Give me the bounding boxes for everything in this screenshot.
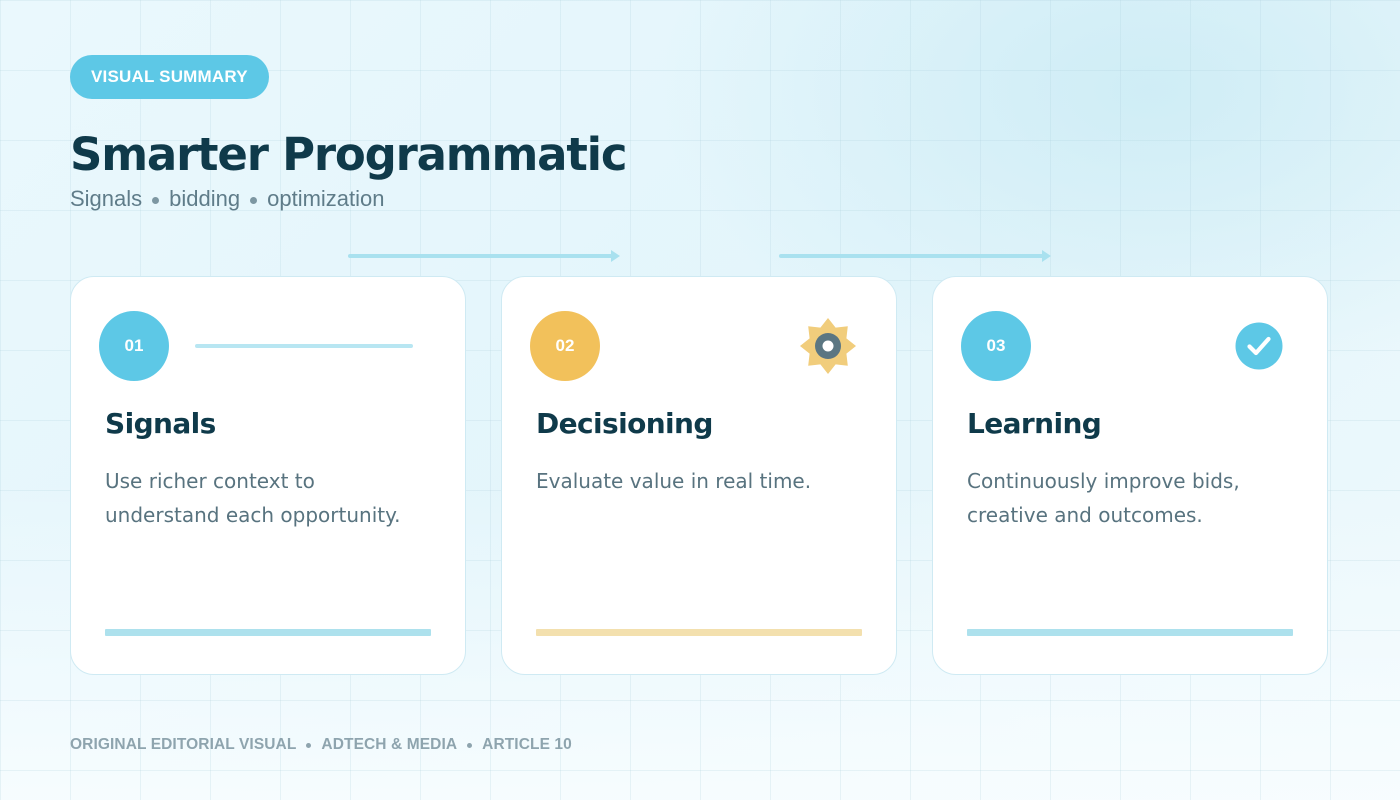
card-description: Evaluate value in real time. bbox=[536, 469, 812, 493]
page-title: Smarter Programmatic bbox=[70, 128, 628, 181]
step-card-decisioning: 02 Decisioning Evaluate value in real ti… bbox=[501, 276, 897, 675]
subtitle-item: Signals bbox=[70, 186, 143, 211]
footer-item: ORIGINAL EDITORIAL VISUAL bbox=[70, 736, 297, 753]
footer-separator bbox=[306, 742, 312, 748]
footer-item: ADTECH & MEDIA bbox=[321, 736, 458, 753]
step-card-learning: 03 Learning Continuously improve bids, c… bbox=[932, 276, 1328, 675]
card-title: Decisioning bbox=[536, 407, 713, 440]
footer-separator bbox=[467, 742, 473, 748]
check-circle-icon bbox=[1235, 322, 1283, 375]
card-title: Learning bbox=[967, 407, 1102, 440]
flow-arrow-2-to-3 bbox=[779, 250, 1051, 262]
card-accent-bar bbox=[105, 629, 431, 636]
flow-arrow-1-to-2 bbox=[348, 250, 620, 262]
subtitle-separator bbox=[250, 196, 258, 204]
page-subtitle: Signals bidding optimization bbox=[70, 186, 385, 212]
footer-item: ARTICLE 10 bbox=[482, 736, 572, 753]
divider-line bbox=[195, 344, 413, 348]
step-number-badge: 02 bbox=[530, 311, 600, 381]
gear-icon bbox=[799, 317, 857, 380]
card-title: Signals bbox=[105, 407, 216, 440]
step-card-signals: 01 Signals Use richer context to underst… bbox=[70, 276, 466, 675]
subtitle-separator bbox=[152, 196, 160, 204]
card-description: Continuously improve bids, creative and … bbox=[967, 469, 1240, 527]
step-number-badge: 01 bbox=[99, 311, 169, 381]
footer-credits: ORIGINAL EDITORIAL VISUAL ADTECH & MEDIA… bbox=[70, 736, 572, 754]
card-accent-bar bbox=[536, 629, 862, 636]
subtitle-item: optimization bbox=[267, 186, 385, 211]
visual-summary-badge: VISUAL SUMMARY bbox=[70, 55, 269, 99]
card-accent-bar bbox=[967, 629, 1293, 636]
step-number-badge: 03 bbox=[961, 311, 1031, 381]
subtitle-item: bidding bbox=[169, 186, 241, 211]
card-description: Use richer context to understand each op… bbox=[105, 469, 401, 527]
